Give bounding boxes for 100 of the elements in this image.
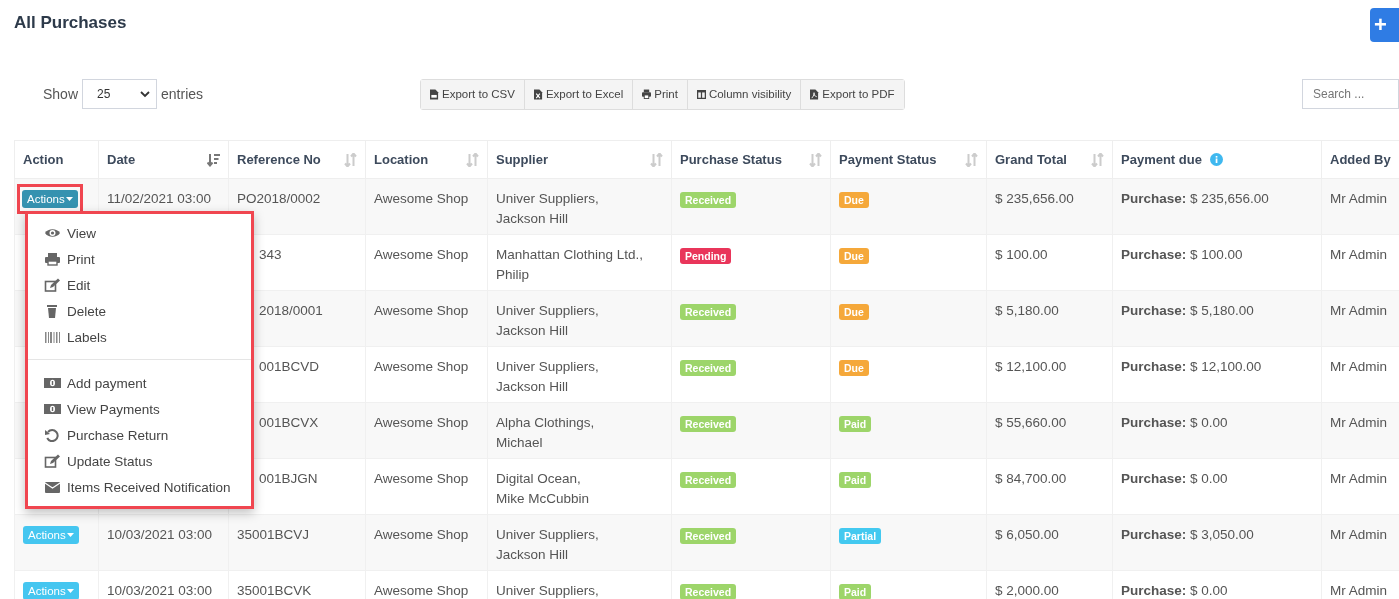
caret-down-icon	[65, 197, 73, 201]
column-header[interactable]: Action	[14, 140, 99, 179]
reference-text: 35001BCVJ	[237, 527, 310, 542]
supplier-text: Univer Suppliers,	[496, 583, 599, 598]
column-header[interactable]: Reference No	[228, 140, 366, 179]
payment-due-text: Purchase: $ 0.00	[1121, 471, 1228, 486]
menu-item[interactable]: View Payments	[28, 396, 251, 422]
purchase-status-badge: Received	[680, 472, 737, 488]
grand-total-text: $ 6,050.00	[995, 527, 1059, 542]
location-text: Awesome Shop	[374, 415, 469, 430]
reference-text: 343	[259, 247, 282, 262]
payment-status-badge: Partial	[839, 528, 882, 544]
menu-item[interactable]: Edit	[28, 272, 251, 298]
eye-icon	[44, 226, 61, 240]
payment-status-badge: Due	[839, 248, 869, 264]
supplier-text: Digital Ocean, Mike McCubbin	[496, 471, 590, 506]
location-text: Awesome Shop	[374, 359, 469, 374]
payment-status-badge: Due	[839, 192, 869, 208]
payment-status-badge: Due	[839, 360, 869, 376]
column-header[interactable]: Added By	[1321, 140, 1399, 179]
added-by-text: Mr Admin	[1330, 247, 1387, 262]
purchase-status-badge: Received	[680, 360, 737, 376]
payment-due-text: Purchase: $ 12,100.00	[1121, 359, 1262, 374]
entries-label: entries	[161, 86, 204, 102]
header-label: Grand Total	[995, 152, 1067, 167]
location-text: Awesome Shop	[374, 583, 469, 598]
edit-icon	[44, 454, 61, 468]
payment-status-badge: Paid	[839, 472, 872, 488]
menu-item[interactable]: Items Received Notification	[28, 474, 251, 500]
menu-item[interactable]: Print	[28, 246, 251, 272]
added-by-text: Mr Admin	[1330, 471, 1387, 486]
supplier-text: Univer Suppliers, Jackson Hill	[496, 303, 599, 338]
purchase-status-badge: Received	[680, 192, 737, 208]
envelope-icon	[44, 480, 61, 494]
menu-item[interactable]: Labels	[28, 324, 251, 350]
payment-due-text: Purchase: $ 100.00	[1121, 247, 1243, 262]
csv-file-icon	[430, 88, 439, 100]
sort-icon	[466, 152, 479, 167]
printer-icon	[44, 252, 61, 266]
grand-total-text: $ 84,700.00	[995, 471, 1067, 486]
location-text: Awesome Shop	[374, 247, 469, 262]
date-text: 11/02/2021 03:00	[107, 191, 212, 206]
sort-icon	[344, 152, 357, 167]
sort-descending-icon	[207, 152, 220, 167]
menu-item[interactable]: Add payment	[28, 370, 251, 396]
added-by-text: Mr Admin	[1330, 359, 1387, 374]
header-label: Payment Status	[839, 152, 937, 167]
search-field[interactable]: Search ...	[1302, 79, 1399, 109]
payment-status-badge: Paid	[839, 416, 872, 432]
column-header[interactable]: Date	[98, 140, 229, 179]
printer-icon	[642, 88, 652, 100]
added-by-text: Mr Admin	[1330, 303, 1387, 318]
banknote-icon	[44, 376, 61, 390]
grand-total-text: $ 235,656.00	[995, 191, 1074, 206]
payment-status-badge: Paid	[839, 584, 872, 599]
actions-button[interactable]: Actions	[22, 190, 78, 208]
payment-status-badge: Due	[839, 304, 869, 320]
column-header[interactable]: Grand Total	[986, 140, 1113, 179]
show-label: Show	[43, 86, 79, 102]
column-header[interactable]: Purchase Status	[671, 140, 831, 179]
menu-item[interactable]: View	[28, 220, 251, 246]
header-label: Date	[107, 152, 136, 167]
location-text: Awesome Shop	[374, 471, 469, 486]
column-header[interactable]: Location	[365, 140, 488, 179]
header-label: Purchase Status	[680, 152, 782, 167]
page-title: All Purchases	[14, 13, 127, 33]
chevron-down-icon	[140, 90, 151, 98]
grand-total-text: $ 100.00	[995, 247, 1048, 262]
caret-down-icon	[66, 533, 74, 537]
caret-down-icon	[66, 589, 74, 593]
supplier-text: Univer Suppliers, Jackson Hill	[496, 191, 599, 226]
purchase-status-badge: Pending	[680, 248, 732, 264]
header-label: Added By	[1330, 152, 1391, 167]
edit-icon	[44, 278, 61, 292]
export-button[interactable]: Export to CSV	[421, 79, 525, 109]
menu-item[interactable]: Update Status	[28, 448, 251, 474]
column-header[interactable]: Payment Status	[830, 140, 987, 179]
menu-item[interactable]: Purchase Return	[28, 422, 251, 448]
header-label: Payment due	[1121, 152, 1202, 167]
menu-item[interactable]: Delete	[28, 298, 251, 324]
sort-icon	[1091, 152, 1104, 167]
header-label: Reference No	[237, 152, 321, 167]
banknote-icon	[44, 402, 61, 416]
sort-icon	[650, 152, 663, 167]
add-button[interactable]: +	[1370, 8, 1399, 42]
grand-total-text: $ 2,000.00	[995, 583, 1059, 598]
column-header[interactable]: Payment due	[1112, 140, 1322, 179]
purchase-status-badge: Received	[680, 584, 737, 599]
supplier-text: Univer Suppliers, Jackson Hill	[496, 359, 599, 394]
location-text: Awesome Shop	[374, 527, 469, 542]
payment-due-text: Purchase: $ 3,050.00	[1121, 527, 1254, 542]
purchase-status-badge: Received	[680, 528, 737, 544]
grand-total-text: $ 12,100.00	[995, 359, 1067, 374]
location-text: Awesome Shop	[374, 303, 469, 318]
column-header[interactable]: Supplier	[487, 140, 672, 179]
payment-due-text: Purchase: $ 5,180.00	[1121, 303, 1254, 318]
entries-select[interactable]: 25	[82, 79, 158, 109]
reference-text: 001BCVX	[259, 415, 319, 430]
header-label: Supplier	[496, 152, 548, 167]
grand-total-text: $ 5,180.00	[995, 303, 1059, 318]
